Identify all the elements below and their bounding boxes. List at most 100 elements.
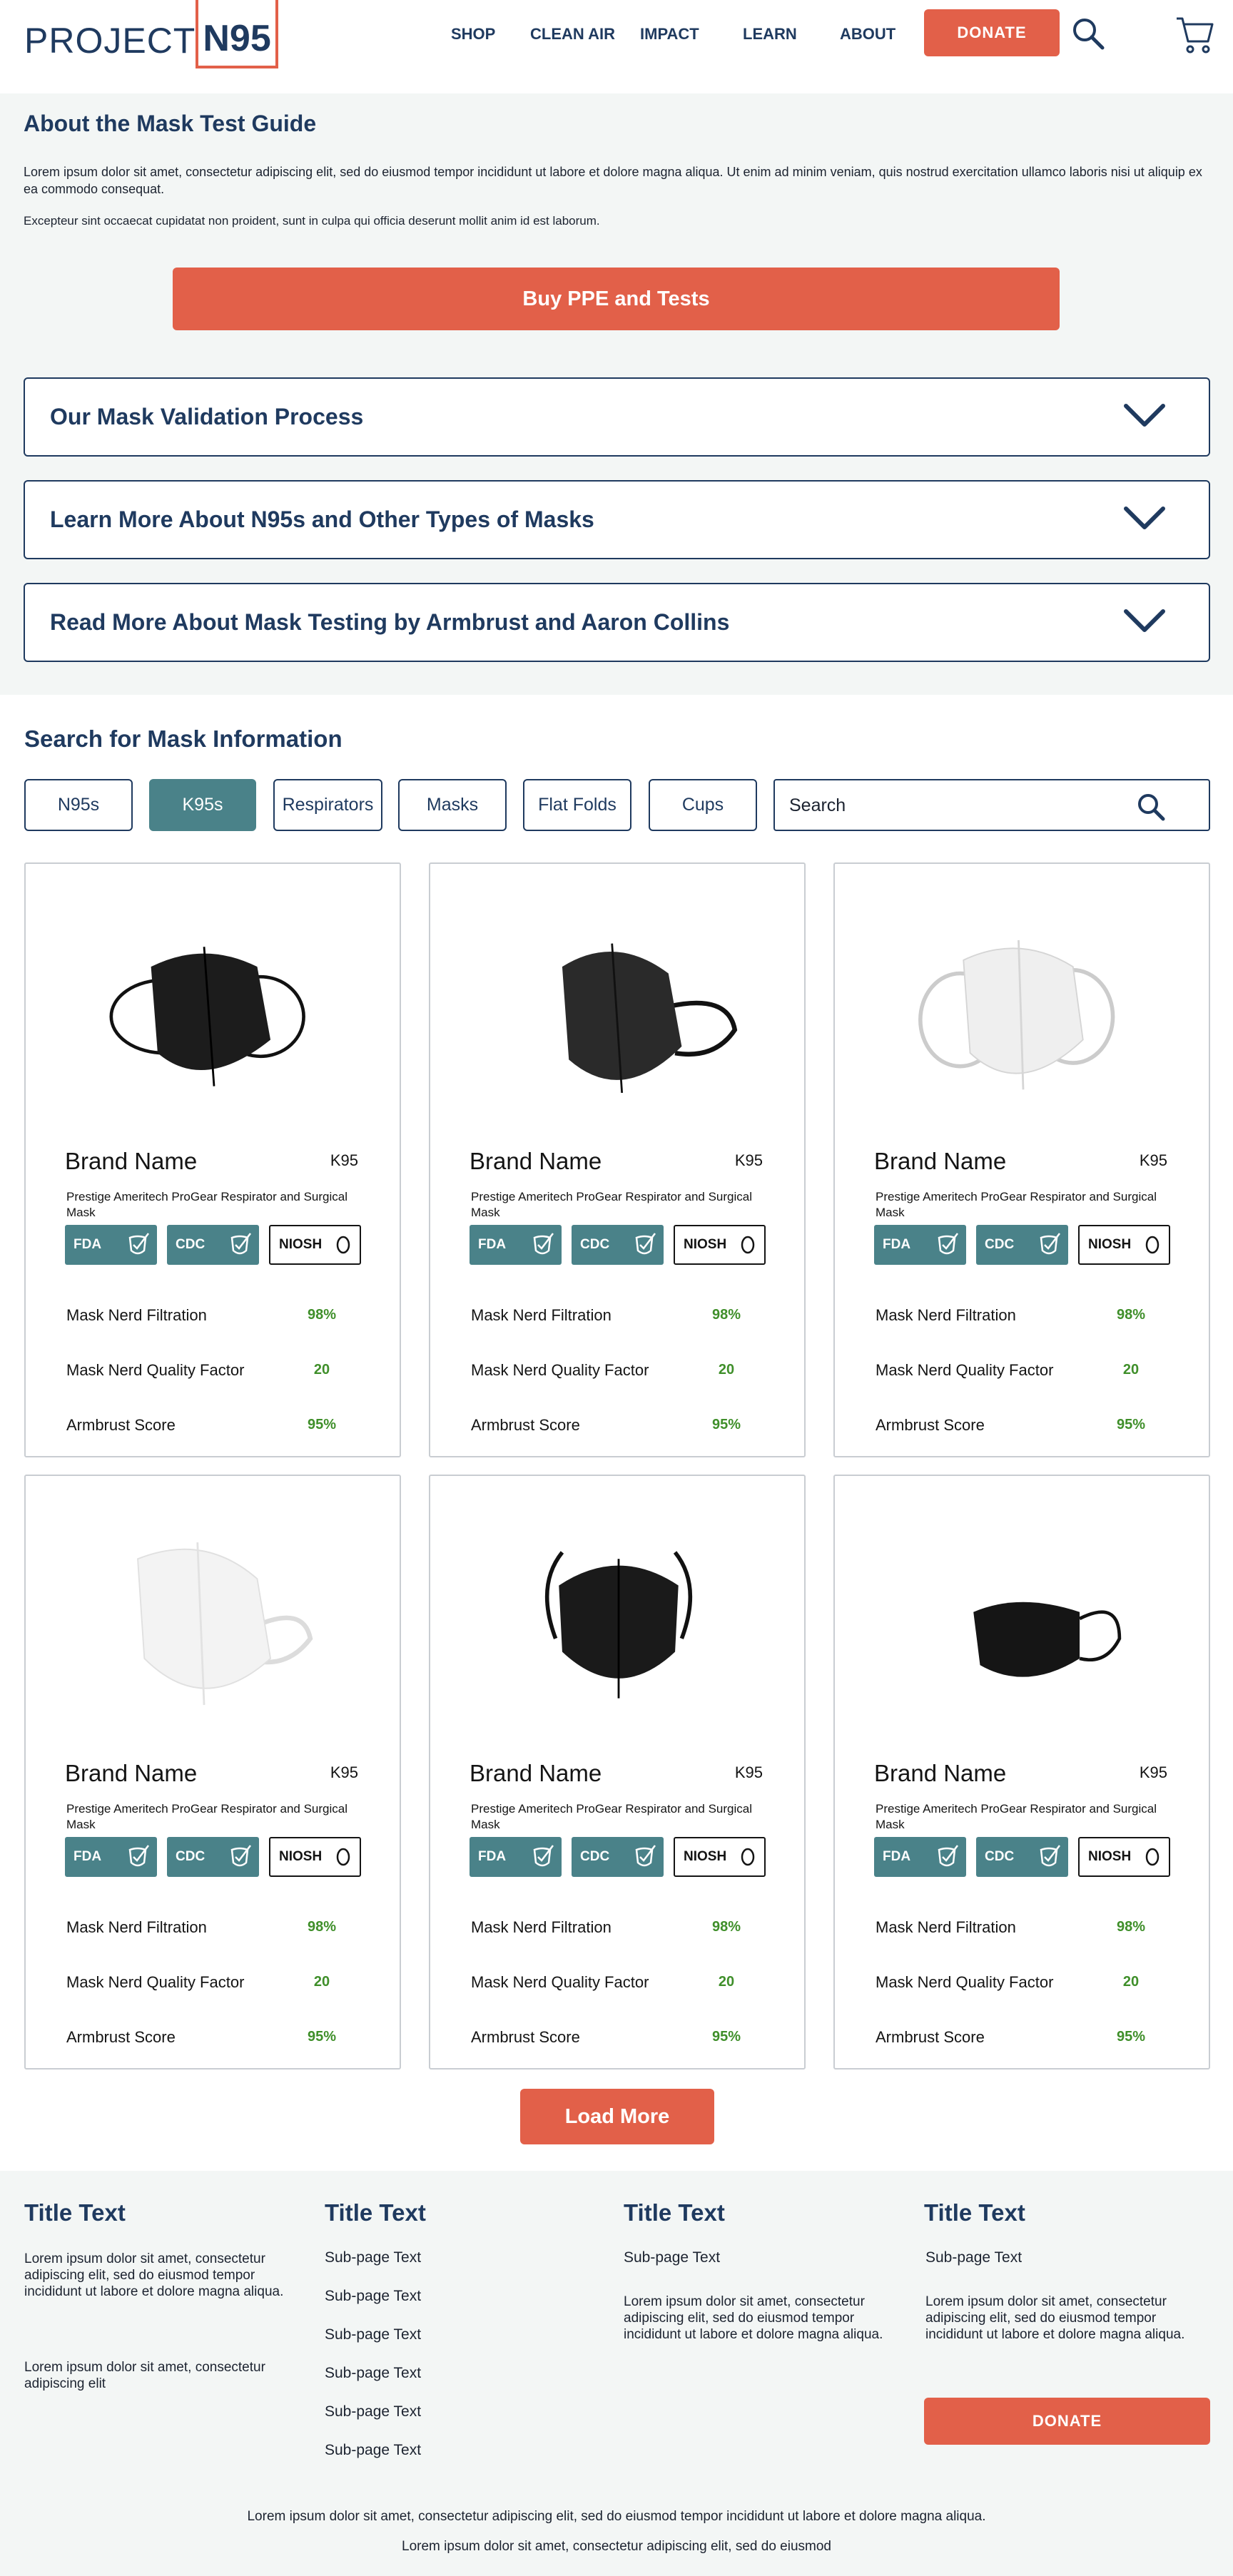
metric-filtration-label: Mask Nerd Filtration: [471, 1306, 612, 1324]
accordion-learn-more[interactable]: Learn More About N95s and Other Types of…: [24, 480, 1210, 559]
cart-icon[interactable]: [1174, 13, 1214, 56]
product-card[interactable]: Brand Name K95 Prestige Ameritech ProGear …: [429, 862, 806, 1457]
filter-flat-folds[interactable]: Flat Folds: [523, 779, 631, 831]
badge-label: NIOSH: [279, 1237, 323, 1252]
metric-armbrust-value: 95%: [307, 1417, 337, 1432]
badge-label: NIOSH: [684, 1849, 727, 1864]
badge-label: FDA: [883, 1237, 911, 1252]
footer-subpage-link[interactable]: Sub-page Text: [325, 2403, 421, 2420]
metric-filtration-label: Mask Nerd Filtration: [66, 1918, 207, 1936]
chevron-down-icon: [1124, 506, 1165, 529]
logo[interactable]: PROJECT N95: [24, 0, 278, 68]
metric-filtration-value: 98%: [711, 1307, 741, 1323]
shield-check-icon: [938, 1845, 958, 1867]
mask-search-input[interactable]: [789, 790, 1132, 820]
header-donate-button[interactable]: DONATE: [924, 9, 1060, 56]
badge-fda: FDA: [874, 1837, 966, 1877]
metric-quality-label: Mask Nerd Quality Factor: [66, 1361, 245, 1379]
footer-bottom-text: Lorem ipsum dolor sit amet, consectetur …: [247, 2509, 986, 2524]
search-icon[interactable]: [1136, 792, 1166, 822]
mask-product-image: [973, 1602, 1122, 1677]
card-description: Prestige Ameritech ProGear Respirator an…: [876, 1190, 1157, 1219]
badge-label: CDC: [985, 1237, 1015, 1252]
metric-quality-label: Mask Nerd Quality Factor: [66, 1973, 245, 1991]
buy-ppe-button[interactable]: Buy PPE and Tests: [173, 268, 1060, 330]
nav-learn[interactable]: LEARN: [743, 21, 797, 47]
metric-quality-value: 20: [1122, 1974, 1140, 1990]
accordion-label: Read More About Mask Testing by Armbrust…: [50, 609, 730, 635]
shield-check-icon: [1040, 1233, 1060, 1255]
metric-filtration-value: 98%: [1116, 1919, 1146, 1935]
about-paragraph-2: Excepteur sint occaecat cupidatat non pr…: [24, 214, 600, 228]
mask-product-image: [137, 1542, 313, 1705]
product-card[interactable]: Brand Name K95 Prestige Ameritech ProGear …: [429, 1475, 806, 2070]
product-card[interactable]: Brand Name K95 Prestige Ameritech ProGear …: [833, 1475, 1210, 2070]
shield-check-icon: [230, 1233, 251, 1255]
site-header: PROJECT N95 SHOP CLEAN AIR IMPACT LEARN …: [0, 0, 1233, 93]
nav-about[interactable]: ABOUT: [840, 21, 895, 47]
badge-niosh: NIOSH: [269, 1225, 361, 1265]
shield-check-icon: [533, 1845, 554, 1867]
metric-armbrust-label: Armbrust Score: [66, 2028, 176, 2046]
metric-quality-value: 20: [313, 1974, 330, 1990]
filter-masks[interactable]: Masks: [398, 779, 507, 831]
card-description: Prestige Ameritech ProGear Respirator an…: [66, 1802, 348, 1831]
search-section-title: Search for Mask Information: [24, 726, 342, 752]
product-card[interactable]: Brand Name K95 Prestige Ameritech ProGear …: [833, 862, 1210, 1457]
footer-bottom-text-2: Lorem ipsum dolor sit amet, consectetur …: [402, 2539, 831, 2554]
metric-armbrust-label: Armbrust Score: [471, 2028, 580, 2046]
card-brand-name: Brand Name: [65, 1760, 198, 1786]
footer-subpage-link[interactable]: Sub-page Text: [325, 2249, 421, 2266]
badge-label: CDC: [985, 1849, 1015, 1864]
footer-col1-text: Lorem ipsum dolor sit amet, consectetur …: [24, 2251, 284, 2299]
metric-armbrust-value: 95%: [1116, 2029, 1146, 2045]
load-more-button[interactable]: Load More: [520, 2089, 714, 2144]
badge-label: CDC: [580, 1237, 610, 1252]
filter-n95s[interactable]: N95s: [24, 779, 133, 831]
card-description: Prestige Ameritech ProGear Respirator an…: [471, 1190, 753, 1219]
badge-label: NIOSH: [279, 1849, 323, 1864]
card-mask-type: K95: [734, 1763, 763, 1781]
metric-filtration-label: Mask Nerd Filtration: [876, 1918, 1016, 1936]
card-brand-name: Brand Name: [874, 1760, 1007, 1786]
shield-check-icon: [128, 1845, 149, 1867]
filter-respirators[interactable]: Respirators: [273, 779, 382, 831]
product-card[interactable]: Brand Name K95 Prestige Ameritech ProGear …: [24, 862, 401, 1457]
metric-filtration-value: 98%: [1116, 1307, 1146, 1323]
badge-fda: FDA: [65, 1837, 157, 1877]
badge-label: FDA: [478, 1849, 507, 1864]
filter-cups[interactable]: Cups: [649, 779, 757, 831]
nav-impact[interactable]: IMPACT: [640, 21, 699, 47]
card-mask-type: K95: [1139, 1151, 1167, 1169]
metric-quality-label: Mask Nerd Quality Factor: [471, 1361, 649, 1379]
accordion-validation-process[interactable]: Our Mask Validation Process: [24, 377, 1210, 457]
metric-filtration-value: 98%: [307, 1919, 337, 1935]
filter-k95s[interactable]: K95s: [149, 779, 256, 831]
footer-col4-title: Title Text: [924, 2199, 1025, 2226]
footer-col4-subpage-link[interactable]: Sub-page Text: [925, 2249, 1022, 2266]
metric-armbrust-label: Armbrust Score: [66, 1416, 176, 1434]
nav-shop[interactable]: SHOP: [451, 21, 495, 47]
card-brand-name: Brand Name: [470, 1760, 602, 1786]
footer-donate-button[interactable]: DONATE: [924, 2398, 1210, 2445]
product-card[interactable]: Brand Name K95 Prestige Ameritech ProGear …: [24, 1475, 401, 2070]
footer-subpage-link[interactable]: Sub-page Text: [325, 2365, 421, 2382]
metric-filtration-label: Mask Nerd Filtration: [66, 1306, 207, 1324]
metric-quality-label: Mask Nerd Quality Factor: [471, 1973, 649, 1991]
accordion-read-more[interactable]: Read More About Mask Testing by Armbrust…: [24, 583, 1210, 662]
nav-clean-air[interactable]: CLEAN AIR: [530, 21, 615, 47]
footer-subpage-link[interactable]: Sub-page Text: [325, 2442, 421, 2459]
badge-niosh: NIOSH: [674, 1837, 766, 1877]
metric-armbrust-value: 95%: [711, 2029, 741, 2045]
shield-outline-icon: [1145, 1236, 1160, 1254]
footer-subpage-link[interactable]: Sub-page Text: [325, 2288, 421, 2305]
mask-product-image: [562, 943, 738, 1094]
footer-col4-text: Lorem ipsum dolor sit amet, consectetur …: [925, 2294, 1185, 2342]
footer-col3-subpage-link[interactable]: Sub-page Text: [624, 2249, 720, 2266]
card-mask-type: K95: [734, 1151, 763, 1169]
search-icon[interactable]: [1070, 16, 1106, 51]
shield-outline-icon: [336, 1848, 350, 1866]
accordion-label: Learn More About N95s and Other Types of…: [50, 506, 594, 532]
footer-subpage-link[interactable]: Sub-page Text: [325, 2326, 421, 2343]
metric-filtration-value: 98%: [307, 1307, 337, 1323]
